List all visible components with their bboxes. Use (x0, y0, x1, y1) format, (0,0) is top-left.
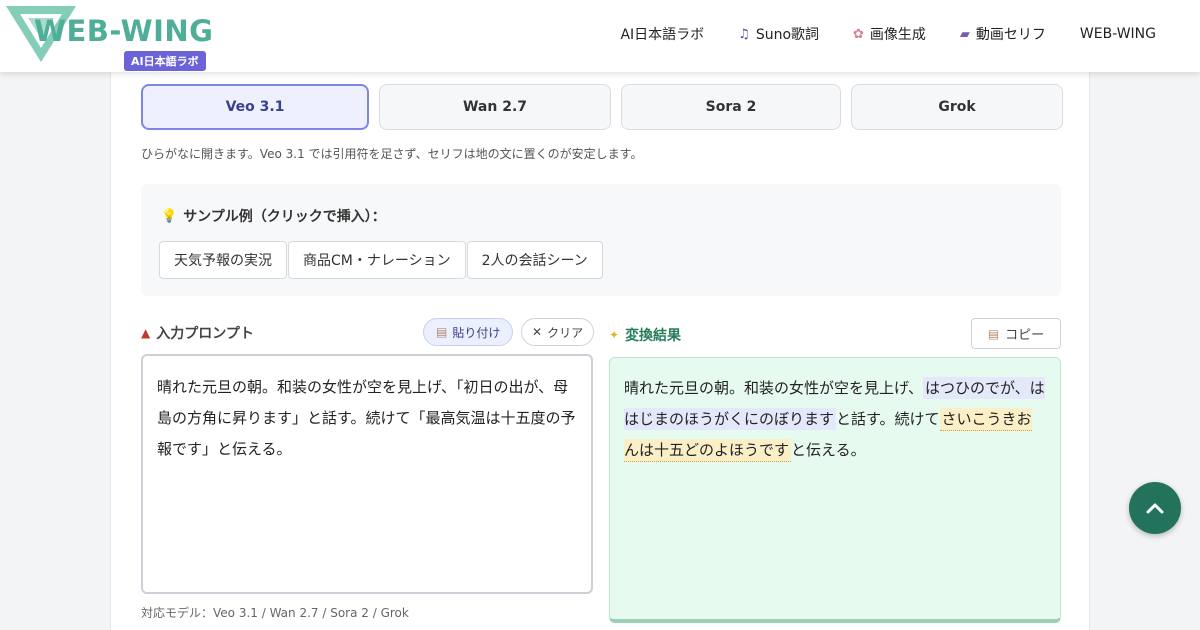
sample-weather-button[interactable]: 天気予報の実況 (159, 241, 287, 279)
clipboard-icon: ▤ (987, 326, 1000, 341)
nav-item-ai-lab[interactable]: AI日本語ラボ (620, 24, 704, 44)
prompt-input[interactable]: 晴れた元旦の朝。和装の女性が空を見上げ、「初日の出が、母島の方角に昇ります」と話… (141, 354, 593, 594)
music-note-icon: ♫ (738, 26, 750, 42)
site-logo[interactable]: WEB-WING AI日本語ラボ (6, 4, 216, 71)
tab-veo[interactable]: Veo 3.1 (141, 84, 369, 130)
clipboard-icon: ▤ (436, 325, 448, 339)
sample-conversation-button[interactable]: 2人の会話シーン (466, 241, 603, 279)
scroll-to-top-button[interactable] (1129, 482, 1181, 534)
output-text: と話す。続けて (836, 410, 940, 428)
site-header: WEB-WING AI日本語ラボ AI日本語ラボ ♫ Suno歌詞 ✿ 画像生成… (0, 0, 1200, 72)
clear-label: クリア (547, 325, 584, 340)
sample-buttons: 天気予報の実況 商品CM・ナレーション 2人の会話シーン (159, 241, 604, 279)
models-note: 対応モデル：Veo 3.1 / Wan 2.7 / Sora 2 / Grok (141, 606, 409, 620)
nav-label: Suno歌詞 (755, 27, 820, 43)
clear-button[interactable]: ✕ クリア (521, 318, 595, 346)
nav-item-suno[interactable]: ♫ Suno歌詞 (738, 24, 819, 44)
brain-icon: ✿ (853, 26, 864, 42)
tab-note: ひらがなに開きます。Veo 3.1 では引用符を足さず、セリフは地の文に置くのが… (141, 147, 643, 161)
close-icon: ✕ (532, 325, 543, 339)
tab-wan[interactable]: Wan 2.7 (379, 84, 611, 130)
converter-card: Veo 3.1 Wan 2.7 Sora 2 Grok ひらがなに開きます。Ve… (110, 72, 1090, 630)
samples-title-text: サンプル例（クリックで挿入）： (183, 209, 386, 225)
tab-grok[interactable]: Grok (851, 84, 1063, 130)
output-label-text: 変換結果 (625, 328, 682, 344)
output-label: ✦ 変換結果 (609, 325, 681, 345)
logo-badge: AI日本語ラボ (124, 51, 206, 71)
input-label: ▲ 入力プロンプト (141, 323, 254, 343)
samples-title: 💡 サンプル例（クリックで挿入）： (161, 206, 386, 226)
nav-item-image[interactable]: ✿ 画像生成 (853, 24, 926, 44)
lightbulb-icon: 💡 (161, 208, 178, 224)
samples-panel: 💡 サンプル例（クリックで挿入）： 天気予報の実況 商品CM・ナレーション 2人… (141, 184, 1061, 296)
model-tabs: Veo 3.1 Wan 2.7 Sora 2 Grok (141, 84, 1063, 130)
paste-button[interactable]: ▤ 貼り付け (423, 318, 514, 346)
input-label-text: 入力プロンプト (156, 326, 254, 342)
paste-label: 貼り付け (452, 325, 501, 340)
nav-label: WEB-WING (1079, 26, 1156, 42)
chevron-up-icon (1146, 503, 1164, 514)
nav-item-video[interactable]: ▰ 動画セリフ (960, 24, 1046, 44)
sparkle-icon: ✦ (609, 328, 620, 342)
nav-item-webwing[interactable]: WEB-WING (1080, 24, 1156, 44)
clapperboard-icon: ▰ (959, 26, 970, 42)
result-output[interactable]: 晴れた元旦の朝。和装の女性が空を見上げ、 はつひのでが、ははじまのほうがくにのぼり… (609, 357, 1061, 623)
output-text: と伝える。 (791, 441, 866, 459)
stamp-icon: ▲ (141, 326, 151, 340)
tab-sora[interactable]: Sora 2 (621, 84, 841, 130)
nav-label: AI日本語ラボ (620, 27, 705, 43)
sample-cm-button[interactable]: 商品CM・ナレーション (288, 241, 466, 279)
main-nav: AI日本語ラボ ♫ Suno歌詞 ✿ 画像生成 ▰ 動画セリフ WEB-WING (620, 24, 1156, 44)
nav-label: 動画セリフ (975, 27, 1046, 43)
nav-label: 画像生成 (869, 27, 926, 43)
copy-label: コピー (1005, 328, 1045, 343)
copy-button[interactable]: ▤ コピー (971, 318, 1061, 349)
output-text: 晴れた元旦の朝。和装の女性が空を見上げ、 (624, 379, 923, 397)
logo-text: WEB-WING (34, 14, 214, 48)
